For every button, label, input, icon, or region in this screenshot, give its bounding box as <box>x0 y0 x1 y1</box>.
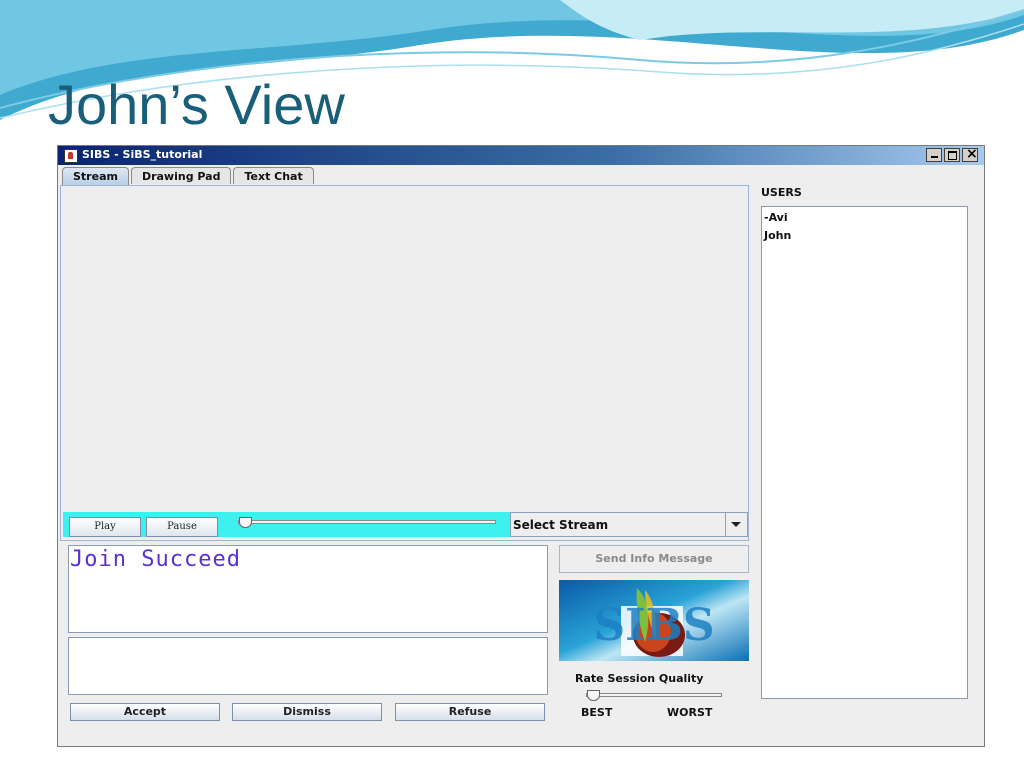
window-title: SIBS - SiBS_tutorial <box>82 148 203 161</box>
sibs-logo-graphic: SIBS <box>559 580 749 661</box>
logo-text: SIBS <box>593 600 714 651</box>
video-area <box>61 186 748 511</box>
select-stream-label: Select Stream <box>513 518 609 532</box>
slide-title: John’s View <box>48 73 345 136</box>
user-list-item[interactable]: John <box>764 227 965 245</box>
tab-text-chat[interactable]: Text Chat <box>233 167 314 184</box>
stream-seek-slider[interactable] <box>238 517 496 528</box>
window-controls <box>926 146 978 162</box>
close-icon[interactable] <box>962 146 978 162</box>
dismiss-button[interactable]: Dismiss <box>232 703 382 721</box>
pause-button[interactable]: Pause <box>146 517 218 537</box>
seek-slider-thumb[interactable] <box>239 517 252 528</box>
window-titlebar[interactable]: SIBS - SiBS_tutorial <box>58 146 984 165</box>
rate-session-label: Rate Session Quality <box>575 672 704 685</box>
message-input[interactable] <box>68 637 548 695</box>
app-icon <box>64 149 78 163</box>
tab-stream[interactable]: Stream <box>62 167 129 185</box>
tab-bar: Stream Drawing Pad Text Chat <box>62 167 316 185</box>
users-heading: USERS <box>761 186 802 199</box>
message-display[interactable]: Join Succeed <box>68 545 548 633</box>
rate-slider-thumb[interactable] <box>587 690 600 701</box>
rate-session-slider[interactable] <box>586 690 722 701</box>
sibs-logo: SIBS <box>559 580 749 661</box>
stream-panel: Play Pause Select Stream <box>60 185 749 541</box>
send-info-message-button: Send Info Message <box>559 545 749 573</box>
playback-controls: Play Pause <box>63 512 511 537</box>
user-list-item[interactable]: -Avi <box>764 209 965 227</box>
refuse-button[interactable]: Refuse <box>395 703 545 721</box>
maximize-icon[interactable] <box>944 148 960 162</box>
chevron-down-icon[interactable] <box>725 513 747 536</box>
app-window: SIBS - SiBS_tutorial Stream Drawing Pad … <box>57 145 985 747</box>
worst-label: WORST <box>667 706 713 719</box>
play-button[interactable]: Play <box>69 517 141 537</box>
best-label: BEST <box>581 706 613 719</box>
users-list[interactable]: -Avi John <box>761 206 968 699</box>
select-stream-dropdown[interactable]: Select Stream <box>510 512 748 537</box>
accept-button[interactable]: Accept <box>70 703 220 721</box>
minimize-icon[interactable] <box>926 148 942 162</box>
message-text: Join Succeed <box>70 547 241 572</box>
tab-drawing-pad[interactable]: Drawing Pad <box>130 167 232 184</box>
